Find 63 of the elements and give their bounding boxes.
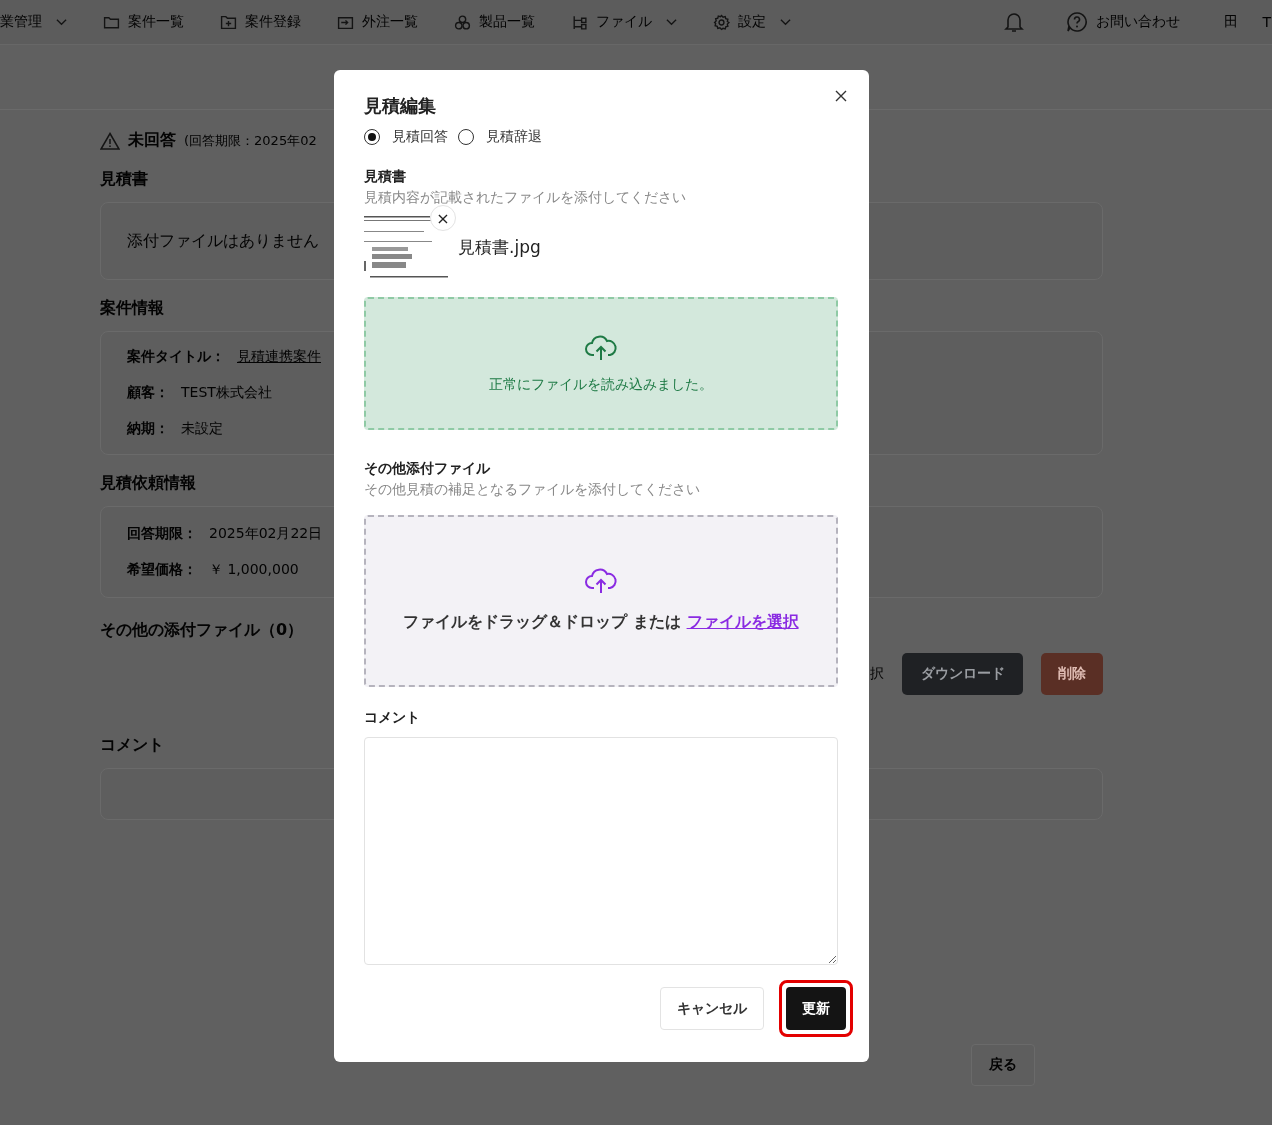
bell-icon[interactable] xyxy=(1004,11,1025,33)
branch-icon xyxy=(571,13,588,31)
dialog-title: 見積編集 xyxy=(364,94,437,118)
nav-link[interactable]: 設定 xyxy=(738,13,766,31)
field-label: 案件タイトル： xyxy=(127,348,225,366)
nav-link[interactable]: 案件登録 xyxy=(245,13,301,31)
project-link[interactable]: 見積連携案件 xyxy=(237,348,321,366)
help-icon xyxy=(1066,11,1089,33)
deadline-text: (回答期限：2025年02 xyxy=(184,131,317,150)
drop-zone[interactable]: 正常にファイルを読み込みました。 xyxy=(364,297,838,430)
chevron-down-icon xyxy=(56,18,67,26)
field-label: 回答期限： xyxy=(127,525,197,543)
delete-button[interactable]: 削除 xyxy=(1041,653,1103,695)
empty-text: 添付ファイルはありません xyxy=(127,230,319,252)
nav-link[interactable]: 業管理 xyxy=(0,13,42,31)
field-label: コメント xyxy=(364,709,421,727)
select-file-link[interactable]: ファイルを選択 xyxy=(686,612,799,631)
update-button[interactable]: 更新 xyxy=(786,987,846,1030)
drop-instruction: ファイルをドラッグ＆ドロップ または ファイルを選択 xyxy=(403,611,799,633)
section-title: 見積書 xyxy=(100,169,148,190)
remove-file-button[interactable]: × xyxy=(430,205,456,231)
field-value: 2025年02月22日 xyxy=(209,525,323,543)
nav-link[interactable]: 案件一覧 xyxy=(128,13,184,31)
radio-label[interactable]: 見積辞退 xyxy=(486,128,542,146)
chevron-down-icon xyxy=(780,18,791,26)
field-hint: 見積内容が記載されたファイルを添付してください xyxy=(364,189,687,207)
field-value: 未設定 xyxy=(181,420,223,438)
nav-link[interactable]: 田 xyxy=(1224,13,1239,31)
select-text: 択 xyxy=(870,665,884,683)
field-label: その他添付ファイル xyxy=(364,460,491,478)
back-button[interactable]: 戻る xyxy=(971,1044,1035,1086)
nav-link[interactable]: T xyxy=(1262,14,1271,30)
file-name: 見積書.jpg xyxy=(458,235,541,259)
close-button[interactable] xyxy=(835,90,849,104)
section-title: 案件情報 xyxy=(100,298,164,319)
nav-link[interactable]: ファイル xyxy=(596,13,652,31)
field-label: 顧客： xyxy=(127,384,169,402)
status-label: 未回答 xyxy=(128,130,176,151)
add-folder-icon xyxy=(220,13,237,31)
download-button[interactable]: ダウンロード xyxy=(902,653,1023,695)
section-title: その他の添付ファイル（0） xyxy=(100,620,304,641)
cancel-button[interactable]: キャンセル xyxy=(660,987,764,1030)
field-value: TEST株式会社 xyxy=(181,384,272,402)
field-label: 見積書 xyxy=(364,168,407,186)
field-label: 納期： xyxy=(127,420,169,438)
field-label: 希望価格： xyxy=(127,561,197,579)
upload-cloud-icon xyxy=(584,333,618,362)
comment-field[interactable] xyxy=(364,737,838,965)
drop-zone[interactable]: ファイルをドラッグ＆ドロップ または ファイルを選択 xyxy=(364,515,838,687)
cubes-icon xyxy=(454,13,471,31)
section-title: 見積依頼情報 xyxy=(100,473,196,494)
nav-link[interactable]: お問い合わせ xyxy=(1096,13,1181,31)
nav-link[interactable]: 製品一覧 xyxy=(479,13,535,31)
settings-icon xyxy=(713,13,730,31)
warning-icon xyxy=(100,131,120,150)
nav-link[interactable]: 外注一覧 xyxy=(362,13,418,31)
section-title: コメント xyxy=(100,735,164,756)
chevron-down-icon xyxy=(666,18,677,26)
upload-status: 正常にファイルを読み込みました。 xyxy=(489,375,713,394)
upload-cloud-icon xyxy=(584,567,618,595)
field-value: ￥ 1,000,000 xyxy=(209,561,299,579)
field-hint: その他見積の補足となるファイルを添付してください xyxy=(364,481,701,499)
radio-label[interactable]: 見積回答 xyxy=(392,128,448,146)
